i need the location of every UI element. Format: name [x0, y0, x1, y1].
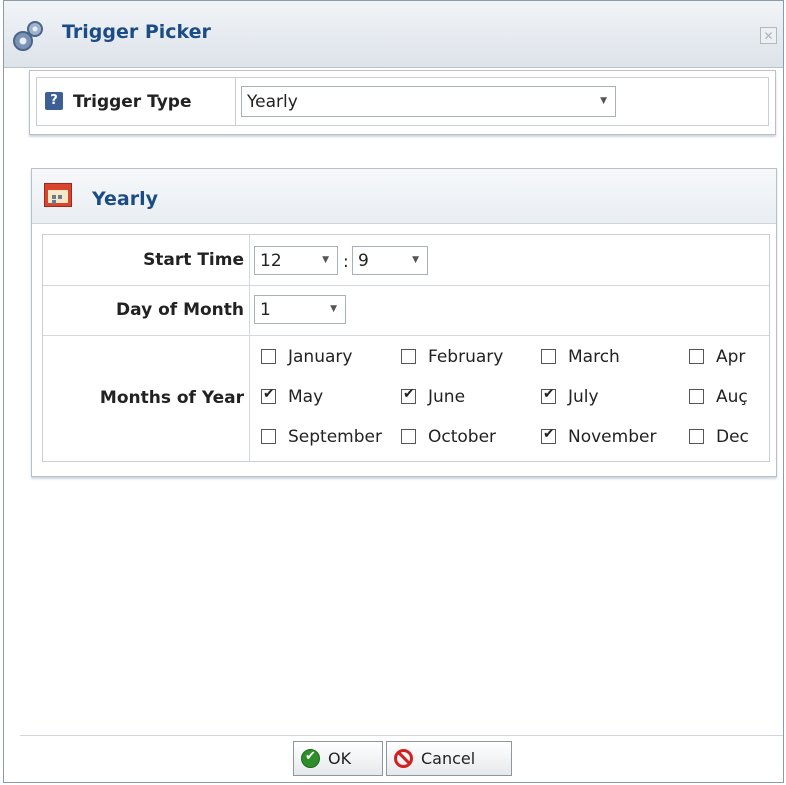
trigger-type-select[interactable]: Yearly ▼ — [241, 86, 616, 117]
minute-value: 9 — [358, 250, 369, 271]
hour-value: 12 — [260, 250, 282, 271]
yearly-settings-table: Start Time 12 ▼ : 9 ▼ Day of Month 1 ▼ M… — [42, 234, 770, 462]
month-label: June — [428, 387, 466, 407]
month-checkbox[interactable] — [689, 349, 704, 364]
gears-icon — [13, 21, 43, 51]
month-checkbox[interactable] — [541, 426, 556, 444]
trigger-type-label-cell: ? Trigger Type — [36, 77, 236, 126]
minute-select[interactable]: 9 ▼ — [352, 246, 428, 275]
month-label: November — [568, 427, 657, 447]
month-label: September — [288, 427, 382, 447]
trigger-type-label: Trigger Type — [73, 92, 192, 112]
day-of-month-label: Day of Month — [116, 300, 244, 320]
month-label: May — [288, 387, 324, 407]
close-icon: ✕ — [763, 29, 774, 43]
month-label: Auç — [716, 387, 748, 407]
yearly-title: Yearly — [92, 188, 158, 210]
month-checkbox[interactable] — [689, 389, 704, 404]
start-time-label: Start Time — [143, 250, 244, 270]
hour-select[interactable]: 12 ▼ — [254, 246, 338, 275]
ok-button-label: OK — [328, 749, 352, 768]
month-checkbox[interactable] — [401, 386, 416, 404]
trigger-type-panel: ? Trigger Type Yearly ▼ — [29, 70, 776, 135]
month-checkbox[interactable] — [401, 349, 416, 364]
yearly-panel: Yearly Start Time 12 ▼ : 9 ▼ Day of Mont… — [31, 168, 777, 477]
dialog-footer: OK Cancel — [20, 735, 783, 778]
month-checkbox[interactable] — [401, 429, 416, 444]
time-separator: : — [343, 252, 349, 272]
ok-button[interactable]: OK — [293, 741, 383, 776]
month-label: Apr — [716, 347, 746, 367]
month-checkbox[interactable] — [541, 386, 556, 404]
trigger-type-value-cell: Yearly ▼ — [236, 77, 769, 126]
help-icon[interactable]: ? — [45, 92, 63, 110]
calendar-icon — [44, 183, 72, 207]
month-label: February — [428, 347, 504, 367]
month-label: July — [568, 387, 599, 407]
months-of-year-row: Months of Year January February March Apr Ma… — [43, 335, 769, 461]
chevron-down-icon: ▼ — [412, 254, 419, 265]
month-checkbox[interactable] — [261, 429, 276, 444]
month-label: March — [568, 347, 620, 367]
month-checkbox[interactable] — [541, 349, 556, 364]
day-of-month-row: Day of Month 1 ▼ — [43, 285, 769, 336]
day-of-month-select[interactable]: 1 ▼ — [254, 295, 346, 324]
start-time-row: Start Time 12 ▼ : 9 ▼ — [43, 235, 769, 286]
chevron-down-icon: ▼ — [600, 95, 607, 106]
month-label: October — [428, 427, 497, 447]
months-label: Months of Year — [99, 388, 244, 408]
month-checkbox[interactable] — [261, 386, 276, 404]
month-checkbox[interactable] — [689, 429, 704, 444]
month-label: January — [288, 347, 353, 367]
close-button[interactable]: ✕ — [760, 27, 777, 44]
month-label: Dec — [716, 427, 749, 447]
cancel-button-label: Cancel — [421, 749, 476, 768]
trigger-picker-dialog: Trigger Picker ✕ ? Trigger Type Yearly ▼… — [3, 0, 784, 783]
trigger-type-value: Yearly — [247, 91, 298, 112]
chevron-down-icon: ▼ — [322, 254, 329, 265]
chevron-down-icon: ▼ — [330, 303, 337, 314]
yearly-panel-header: Yearly — [32, 169, 776, 224]
check-icon — [301, 749, 320, 768]
day-of-month-value: 1 — [260, 299, 271, 320]
months-checkbox-group: January February March Apr May June July Auç Sep… — [249, 335, 769, 461]
month-checkbox[interactable] — [261, 349, 276, 364]
cancel-icon — [394, 749, 413, 768]
start-time-label-cell: Start Time — [43, 235, 250, 285]
title-bar[interactable]: Trigger Picker ✕ — [4, 1, 783, 68]
dialog-title: Trigger Picker — [62, 21, 211, 43]
cancel-button[interactable]: Cancel — [386, 741, 512, 776]
day-of-month-label-cell: Day of Month — [43, 285, 250, 335]
months-label-cell: Months of Year — [43, 335, 250, 461]
